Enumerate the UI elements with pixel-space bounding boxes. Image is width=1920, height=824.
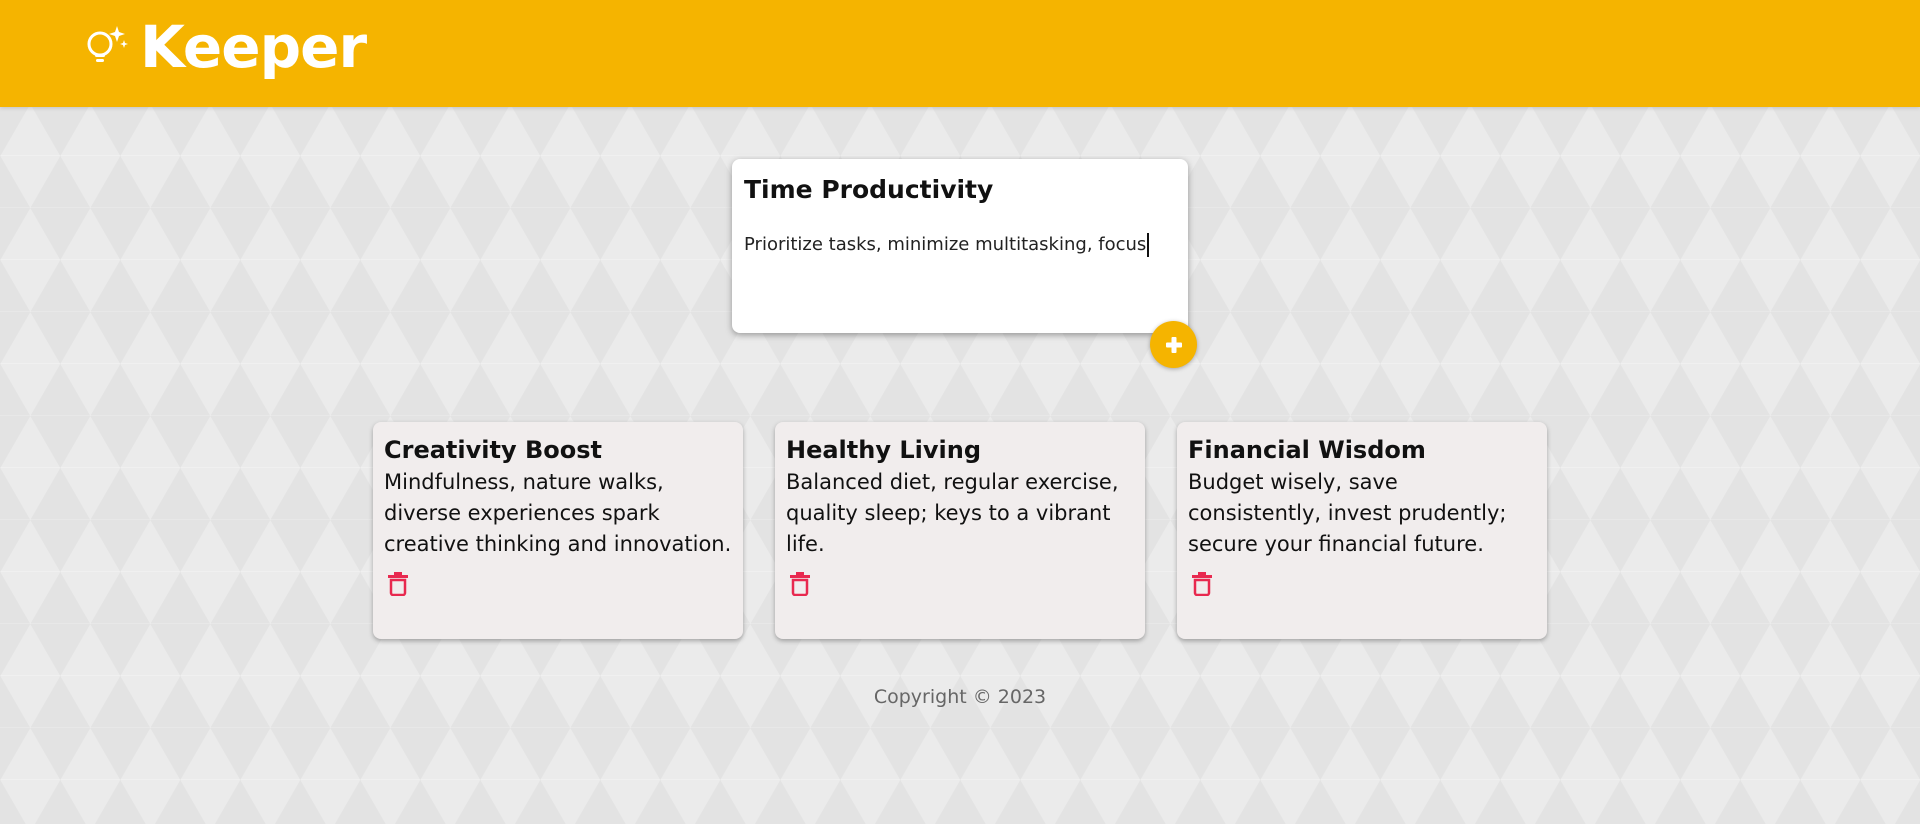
note-content-text: Prioritize tasks, minimize multitasking,… [744,234,1147,255]
note-title: Creativity Boost [384,436,602,464]
trash-icon [790,572,810,596]
note-title-input[interactable]: Time Productivity [744,175,993,204]
plus-icon [1165,336,1182,353]
copyright-text: Copyright © 2023 [873,686,1047,708]
note-content-textarea[interactable]: Prioritize tasks, minimize multitasking,… [744,233,1174,257]
note-content: Balanced diet, regular exercise, quality… [786,470,1119,556]
text-caret [1147,233,1150,257]
create-note-form: Time Productivity Prioritize tasks, mini… [732,159,1188,333]
add-note-button[interactable] [1150,321,1197,368]
lightbulb-sparkle-icon [87,26,128,62]
app-header: Keeper [0,0,1920,107]
trash-icon [388,572,408,596]
app-logo: Keeper [84,13,367,81]
delete-note-button[interactable] [384,570,412,598]
page-footer: Copyright © 2023 [0,686,1920,708]
note-title: Financial Wisdom [1188,436,1426,464]
note-card: Creativity Boost Mindfulness, nature wal… [373,422,743,639]
brand-name: Keeper [140,13,367,81]
note-title: Healthy Living [786,436,981,464]
note-card: Healthy Living Balanced diet, regular ex… [775,422,1145,639]
delete-note-button[interactable] [1188,570,1216,598]
trash-icon [1192,572,1212,596]
delete-note-button[interactable] [786,570,814,598]
note-content: Mindfulness, nature walks, diverse exper… [384,470,732,556]
note-content: Budget wisely, save consistently, invest… [1188,470,1507,556]
note-card: Financial Wisdom Budget wisely, save con… [1177,422,1547,639]
